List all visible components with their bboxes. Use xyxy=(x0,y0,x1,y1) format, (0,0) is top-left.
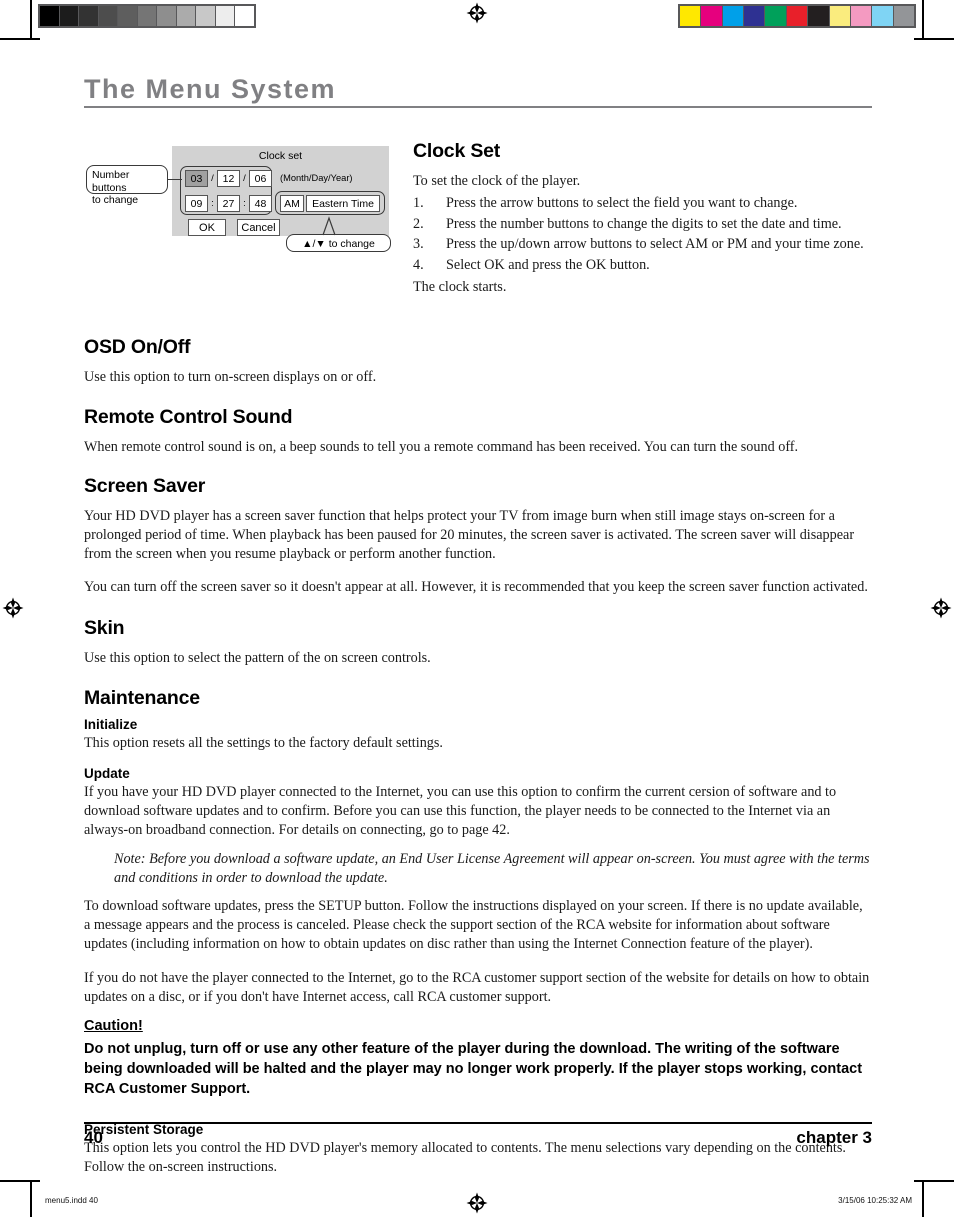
year-field[interactable]: 06 xyxy=(249,170,272,187)
slug-timestamp: 3/15/06 10:25:32 AM xyxy=(838,1196,912,1205)
hour-field[interactable]: 09 xyxy=(185,195,208,212)
step-number: 4. xyxy=(413,256,424,273)
title-divider xyxy=(84,106,872,108)
osd-on-off-body: Use this option to turn on-screen displa… xyxy=(84,369,377,386)
step-text: Press the arrow buttons to select the fi… xyxy=(446,195,798,212)
callout-right-leader-line xyxy=(322,216,336,236)
osd-screen-title: Clock set xyxy=(258,150,303,162)
clock-set-section: Clock Set To set the clock of the player… xyxy=(409,140,872,308)
time-separator-1: : xyxy=(211,198,214,209)
skin-body: Use this option to select the pattern of… xyxy=(84,649,431,666)
date-separator-2: / xyxy=(243,173,246,184)
list-item: 2. Press the number buttons to change th… xyxy=(413,214,872,235)
clock-set-steps: 1. Press the arrow buttons to select the… xyxy=(413,193,872,275)
clock-set-intro: To set the clock of the player. xyxy=(413,173,581,189)
step-text: Select OK and press the OK button. xyxy=(446,256,650,273)
day-field[interactable]: 12 xyxy=(217,170,240,187)
list-item: 3. Press the up/down arrow buttons to se… xyxy=(413,234,872,255)
slug-filename: menu5.indd 40 xyxy=(45,1196,98,1205)
footer-divider xyxy=(84,1122,872,1124)
step-number: 2. xyxy=(413,215,424,232)
step-number: 3. xyxy=(413,236,424,253)
update-body-2: To download software updates, press the … xyxy=(84,898,863,953)
minute-field[interactable]: 27 xyxy=(217,195,240,212)
caution-body: Do not unplug, turn off or use any other… xyxy=(84,1041,863,1098)
skin-heading: Skin xyxy=(84,616,125,639)
step-text: Press the number buttons to change the d… xyxy=(446,215,842,232)
remote-control-sound-heading: Remote Control Sound xyxy=(84,405,293,428)
list-item: 4. Select OK and press the OK button. xyxy=(413,255,872,276)
screen-saver-heading: Screen Saver xyxy=(84,474,206,497)
page-content: Clock set 03 / 12 / 06 (Month/Day/Year) … xyxy=(84,140,872,1188)
second-field[interactable]: 48 xyxy=(249,195,272,212)
list-item: 1. Press the arrow buttons to select the… xyxy=(413,193,872,214)
time-separator-2: : xyxy=(243,198,246,209)
screen-saver-body-1: Your HD DVD player has a screen saver fu… xyxy=(84,507,855,563)
date-format-label: (Month/Day/Year) xyxy=(280,173,353,183)
callout-number-buttons-line2: to change xyxy=(92,194,139,206)
cancel-button[interactable]: Cancel xyxy=(237,219,280,236)
page-title: The Menu System xyxy=(84,74,337,104)
skin-section: Skin Use this option to select the patte… xyxy=(84,617,872,668)
step-text: Press the up/down arrow buttons to selec… xyxy=(446,236,864,253)
initialize-heading: Initialize xyxy=(84,716,138,732)
document-page: The Menu System Clock set 03 / 12 / 06 (… xyxy=(0,0,954,1217)
update-note: Note: Before you download a software upd… xyxy=(114,850,870,886)
month-field[interactable]: 03 xyxy=(185,170,208,187)
figure-column: Clock set 03 / 12 / 06 (Month/Day/Year) … xyxy=(84,140,409,255)
persistent-storage-body: This option lets you control the HD DVD … xyxy=(84,1140,846,1176)
callout-arrow-to-change-label: ▲/▼ to change xyxy=(302,238,375,250)
top-section: Clock set 03 / 12 / 06 (Month/Day/Year) … xyxy=(84,140,872,308)
step-number: 1. xyxy=(413,195,424,212)
screen-saver-section: Screen Saver Your HD DVD player has a sc… xyxy=(84,475,872,598)
ok-button[interactable]: OK xyxy=(188,219,226,236)
callout-number-buttons: Number buttons to change xyxy=(86,165,168,206)
callout-arrow-to-change: ▲/▼ to change xyxy=(286,234,391,252)
maintenance-heading: Maintenance xyxy=(84,686,200,709)
timezone-field[interactable]: Eastern Time xyxy=(306,195,380,212)
maintenance-section: Maintenance Initialize This option reset… xyxy=(84,687,872,1178)
initialize-body: This option resets all the settings to t… xyxy=(84,734,443,751)
footer-chapter-label: chapter 3 xyxy=(796,1128,872,1147)
callout-left-leader-line xyxy=(168,179,182,180)
remote-control-sound-body: When remote control sound is on, a beep … xyxy=(84,438,799,455)
update-body-1: If you have your HD DVD player connected… xyxy=(84,784,837,839)
ampm-field[interactable]: AM xyxy=(280,195,304,212)
date-separator-1: / xyxy=(211,173,214,184)
caution-heading: Caution! xyxy=(84,1018,143,1035)
update-body-3: If you do not have the player connected … xyxy=(84,969,870,1005)
footer-page-number: 40 xyxy=(84,1128,103,1147)
callout-number-buttons-line1: Number buttons xyxy=(92,169,130,194)
remote-control-sound-section: Remote Control Sound When remote control… xyxy=(84,406,872,457)
clock-set-heading: Clock Set xyxy=(413,140,501,162)
osd-on-off-section: OSD On/Off Use this option to turn on-sc… xyxy=(84,336,872,387)
clock-set-closing: The clock starts. xyxy=(413,279,507,296)
persistent-storage-heading: Persistent Storage xyxy=(84,1122,204,1138)
clock-set-figure: Clock set 03 / 12 / 06 (Month/Day/Year) … xyxy=(84,140,409,255)
screen-saver-body-2: You can turn off the screen saver so it … xyxy=(84,579,868,596)
osd-on-off-heading: OSD On/Off xyxy=(84,336,191,359)
update-heading: Update xyxy=(84,766,130,782)
